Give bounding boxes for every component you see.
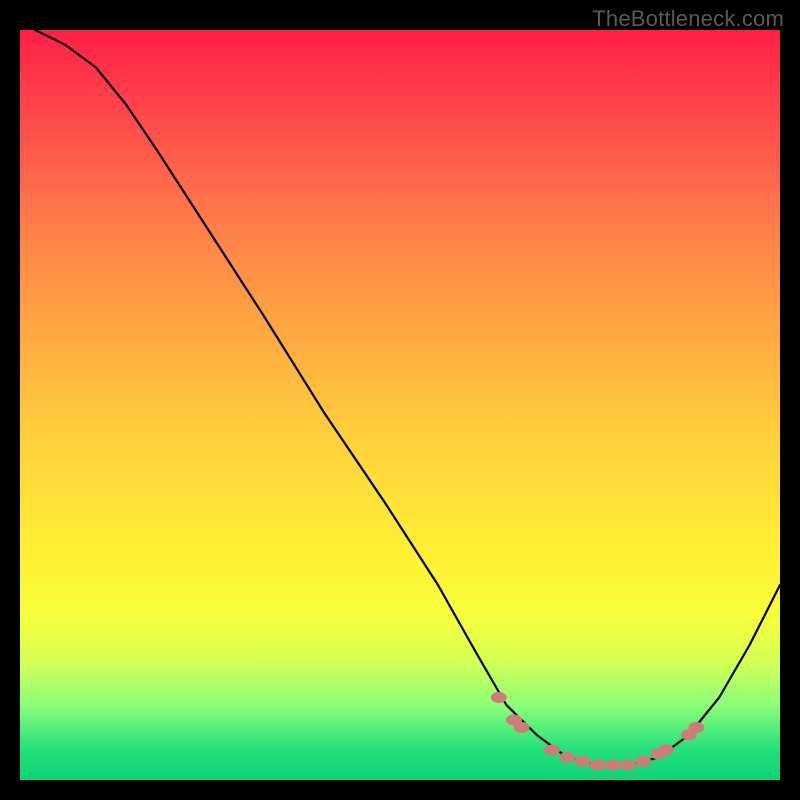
watermark-text: TheBottleneck.com (592, 6, 784, 32)
highlight-marker (544, 745, 560, 756)
chart-frame: TheBottleneck.com (0, 0, 800, 800)
highlight-marker (688, 722, 704, 733)
highlight-marker (514, 722, 530, 733)
highlight-marker (605, 760, 621, 771)
highlight-marker (574, 756, 590, 767)
highlight-marker (620, 760, 636, 771)
highlight-marker (559, 752, 575, 763)
highlight-marker (658, 745, 674, 756)
highlight-marker (590, 760, 606, 771)
highlight-marker (635, 756, 651, 767)
highlight-marker (491, 692, 507, 703)
plot-area (20, 30, 780, 780)
chart-svg (20, 30, 780, 780)
bottleneck-curve (35, 30, 780, 765)
